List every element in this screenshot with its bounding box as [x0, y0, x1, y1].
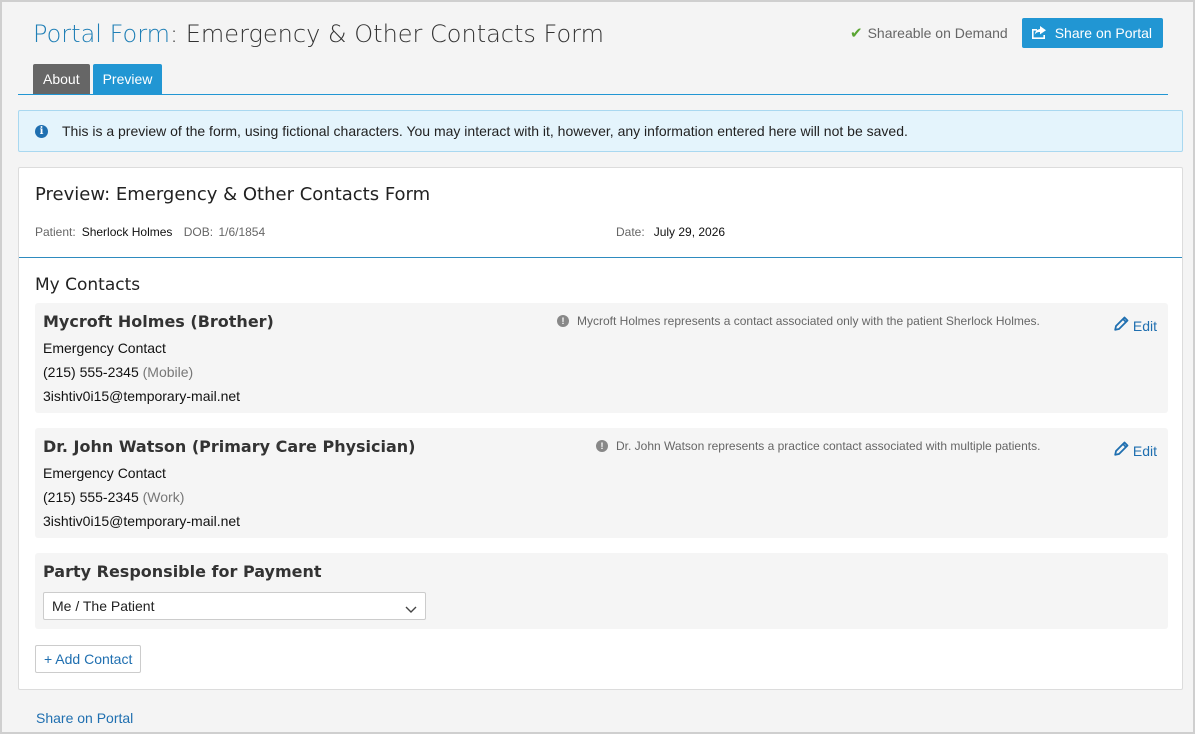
tab-about[interactable]: About [33, 64, 90, 94]
card-divider [19, 257, 1182, 258]
info-banner: i This is a preview of the form, using f… [18, 110, 1183, 152]
patient-name: Sherlock Holmes [81, 225, 173, 239]
date-value: July 29, 2026 [653, 225, 726, 239]
contact-name: Dr. John Watson (Primary Care Physician) [43, 437, 416, 456]
dob-value: 1/6/1854 [218, 225, 266, 239]
edit-label: Edit [1132, 442, 1157, 459]
contact-name: Mycroft Holmes (Brother) [43, 312, 274, 331]
share-on-portal-button[interactable]: Share on Portal [1021, 18, 1163, 48]
contact-note: ! Dr. John Watson represents a practice … [596, 439, 1040, 453]
preview-card: Preview: Emergency & Other Contacts Form… [18, 167, 1183, 690]
page-header: Portal Form: Emergency & Other Contacts … [33, 18, 1163, 54]
dob-label: DOB: [183, 225, 214, 239]
contact-card: Dr. John Watson (Primary Care Physician)… [35, 428, 1168, 538]
contact-note-text: Dr. John Watson represents a practice co… [616, 439, 1041, 453]
patient-info: Patient: Sherlock Holmes DOB: 1/6/1854 [35, 225, 265, 239]
shareable-status: ✔ Shareable on Demand [850, 24, 1008, 42]
payment-section: Party Responsible for Payment Me / The P… [35, 553, 1168, 629]
exclamation-circle-icon: ! [557, 315, 569, 327]
payment-selected-value: Me / The Patient [52, 598, 155, 614]
title-brand: Portal Form [33, 20, 171, 48]
info-banner-text: This is a preview of the form, using fic… [62, 123, 908, 139]
header-actions: ✔ Shareable on Demand Share on Portal [850, 18, 1163, 48]
edit-contact-button[interactable]: Edit [1113, 316, 1157, 335]
shareable-label: Shareable on Demand [867, 25, 1008, 41]
exclamation-circle-icon: ! [596, 440, 608, 452]
contact-type: Emergency Contact [43, 465, 166, 481]
contact-phone-type: (Work) [142, 489, 185, 505]
patient-label: Patient: [35, 225, 76, 239]
pencil-icon [1113, 316, 1129, 335]
chevron-down-icon [405, 601, 417, 617]
preview-title: Preview: Emergency & Other Contacts Form [35, 184, 431, 205]
edit-label: Edit [1132, 317, 1157, 334]
tab-underline [18, 94, 1168, 95]
my-contacts-heading: My Contacts [35, 275, 141, 295]
payment-party-select[interactable]: Me / The Patient [43, 592, 426, 620]
contact-phone-line: (215) 555-2345 (Mobile) [43, 364, 193, 380]
contact-email: 3ishtiv0i15@temporary-mail.net [43, 388, 241, 404]
check-icon: ✔ [850, 25, 863, 42]
share-button-label: Share on Portal [1054, 25, 1152, 41]
add-contact-button[interactable]: + Add Contact [35, 645, 142, 673]
date-label: Date: [616, 225, 645, 239]
contact-card: Mycroft Holmes (Brother) Emergency Conta… [35, 303, 1168, 413]
contact-note: ! Mycroft Holmes represents a contact as… [557, 314, 1040, 328]
tab-bar: About Preview [33, 64, 163, 94]
payment-label: Party Responsible for Payment [43, 562, 322, 581]
title-form-name: : Emergency & Other Contacts Form [170, 20, 605, 48]
date-info: Date: July 29, 2026 [616, 225, 725, 239]
info-icon: i [35, 124, 48, 138]
share-icon [1031, 25, 1047, 42]
contact-phone-line: (215) 555-2345 (Work) [43, 489, 184, 505]
tab-preview[interactable]: Preview [92, 64, 163, 94]
pencil-icon [1113, 441, 1129, 460]
contact-phone-type: (Mobile) [142, 364, 194, 380]
contact-type: Emergency Contact [43, 340, 166, 356]
contact-phone: (215) 555-2345 [43, 489, 139, 505]
edit-contact-button[interactable]: Edit [1113, 441, 1157, 460]
page-frame: Portal Form: Emergency & Other Contacts … [0, 0, 1195, 734]
contact-phone: (215) 555-2345 [43, 364, 139, 380]
footer-share-on-portal-link[interactable]: Share on Portal [36, 710, 133, 726]
contact-note-text: Mycroft Holmes represents a contact asso… [577, 314, 1040, 328]
contact-email: 3ishtiv0i15@temporary-mail.net [43, 513, 241, 529]
